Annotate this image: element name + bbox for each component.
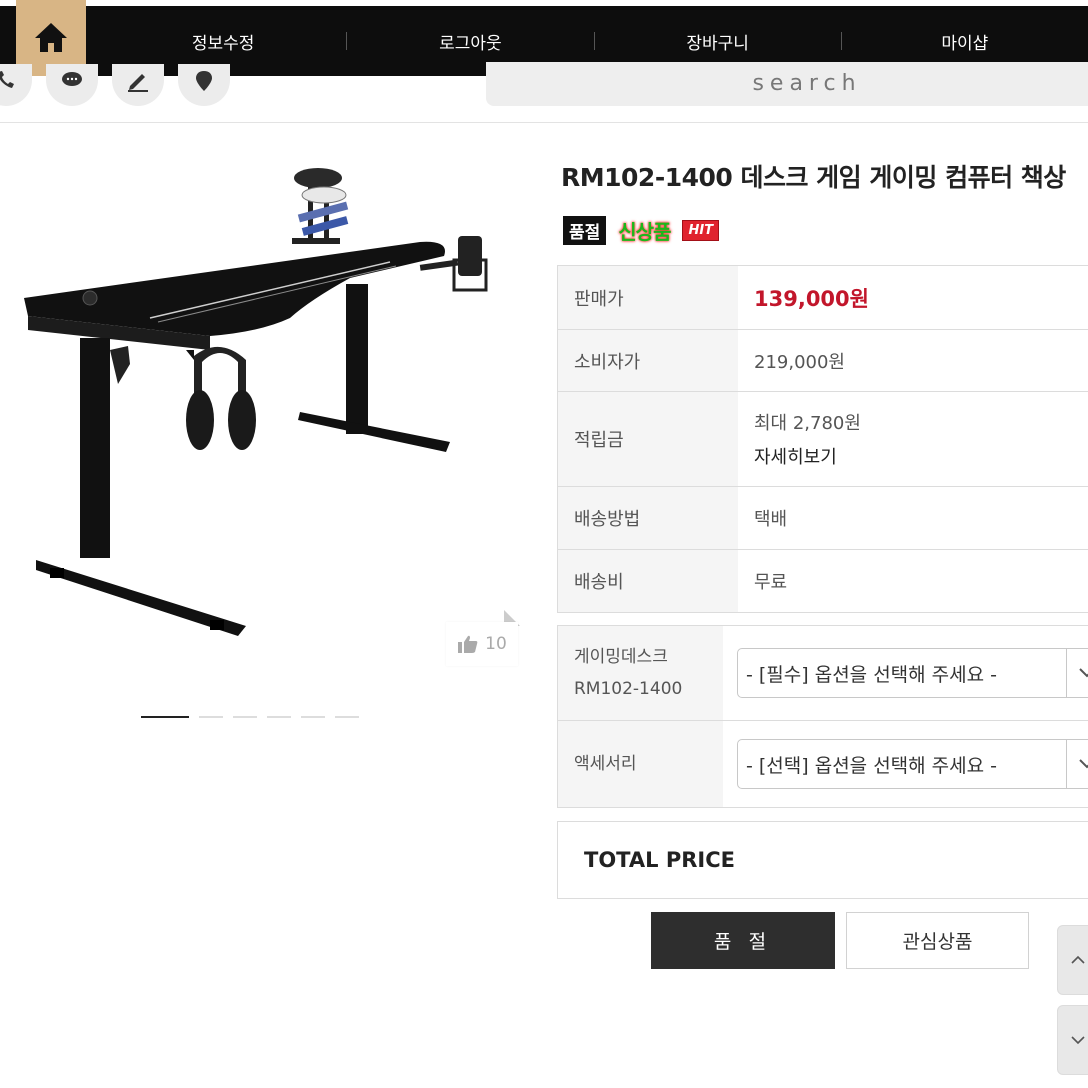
chevron-down-icon [1066, 740, 1088, 788]
like-button[interactable]: 10 [446, 622, 518, 666]
chat-button[interactable] [46, 64, 98, 106]
select-value: - [선택] 옵션을 선택해 주세요 - [746, 754, 998, 777]
pagination-dot[interactable] [335, 716, 359, 718]
info-row-sale-price: 판매가 139,000원 [558, 266, 1088, 330]
home-icon [35, 23, 67, 52]
image-pagination [141, 716, 359, 718]
search-input[interactable]: search [486, 62, 1088, 106]
pagination-dot[interactable] [233, 716, 257, 718]
scroll-up-button[interactable] [1057, 925, 1088, 995]
location-button[interactable] [178, 64, 230, 106]
write-button[interactable] [112, 64, 164, 106]
soldout-button[interactable]: 품 절 [651, 912, 835, 969]
phone-button[interactable] [0, 64, 32, 106]
details-link[interactable]: 자세히보기 [754, 443, 1088, 469]
hit-badge: HIT [682, 220, 720, 241]
info-label: 배송방법 [558, 487, 738, 549]
sale-price: 139,000원 [754, 286, 869, 311]
product-title: RM102-1400 데스크 게임 게이밍 컴퓨터 책상 [561, 163, 1066, 192]
info-label: 판매가 [558, 266, 738, 329]
pagination-dot[interactable] [301, 716, 325, 718]
pagination-dot-active[interactable] [141, 716, 189, 718]
quick-icons [0, 64, 230, 106]
pencil-icon [128, 74, 148, 92]
map-pin-icon [196, 71, 212, 91]
nav-item-myshop[interactable]: 마이샵 [842, 29, 1088, 54]
nav-item-edit-info[interactable]: 정보수정 [100, 29, 346, 54]
pagination-dot[interactable] [267, 716, 291, 718]
nav-item-cart[interactable]: 장바구니 [595, 29, 841, 54]
header-divider [0, 122, 1088, 123]
shipping-method: 택배 [754, 509, 788, 530]
info-row-reward-points: 적립금 최대 2,780원 자세히보기 [558, 392, 1088, 487]
shipping-fee: 무료 [754, 572, 788, 593]
desk-option-select[interactable]: - [필수] 옵션을 선택해 주세요 - [737, 648, 1088, 698]
new-product-badge: 신상품 [618, 216, 671, 245]
pagination-dot[interactable] [199, 716, 223, 718]
select-value: - [필수] 옵션을 선택해 주세요 - [746, 663, 998, 686]
info-label: 적립금 [558, 392, 738, 486]
accessory-option-select[interactable]: - [선택] 옵션을 선택해 주세요 - [737, 739, 1088, 789]
thumbs-up-icon [458, 635, 478, 653]
nav-item-logout[interactable]: 로그아웃 [347, 29, 593, 54]
info-row-shipping-fee: 배송비 무료 [558, 550, 1088, 613]
option-label: 게이밍데스크 [574, 647, 668, 667]
product-info-table: 판매가 139,000원 소비자가 219,000원 적립금 최대 2,780원… [557, 265, 1088, 613]
search-placeholder: search [752, 71, 862, 96]
info-label: 소비자가 [558, 330, 738, 391]
scroll-down-button[interactable] [1057, 1005, 1088, 1075]
chat-icon [62, 72, 82, 86]
product-image[interactable] [10, 150, 520, 660]
chevron-down-icon [1071, 1036, 1085, 1045]
chevron-up-icon [1071, 955, 1085, 964]
total-price-label: TOTAL PRICE [584, 848, 735, 872]
info-row-consumer-price: 소비자가 219,000원 [558, 330, 1088, 392]
product-badges: 품절 신상품 HIT [563, 216, 720, 245]
consumer-price: 219,000원 [754, 351, 845, 373]
option-row-desk: 게이밍데스크 RM102-1400 - [필수] 옵션을 선택해 주세요 - [558, 626, 1088, 721]
phone-icon [0, 71, 14, 88]
soldout-badge: 품절 [563, 216, 607, 245]
info-label: 배송비 [558, 550, 738, 612]
total-price-box: TOTAL PRICE [557, 821, 1088, 899]
like-count: 10 [485, 634, 507, 654]
reward-points: 최대 2,780원 [754, 413, 861, 434]
option-table: 게이밍데스크 RM102-1400 - [필수] 옵션을 선택해 주세요 - 액… [557, 625, 1088, 808]
info-row-shipping-method: 배송방법 택배 [558, 487, 1088, 550]
option-label: 액세서리 [574, 754, 637, 774]
wishlist-button[interactable]: 관심상품 [846, 912, 1029, 969]
chevron-down-icon [1066, 649, 1088, 697]
option-label-model: RM102-1400 [574, 679, 683, 699]
option-row-accessory: 액세서리 - [선택] 옵션을 선택해 주세요 - [558, 721, 1088, 808]
